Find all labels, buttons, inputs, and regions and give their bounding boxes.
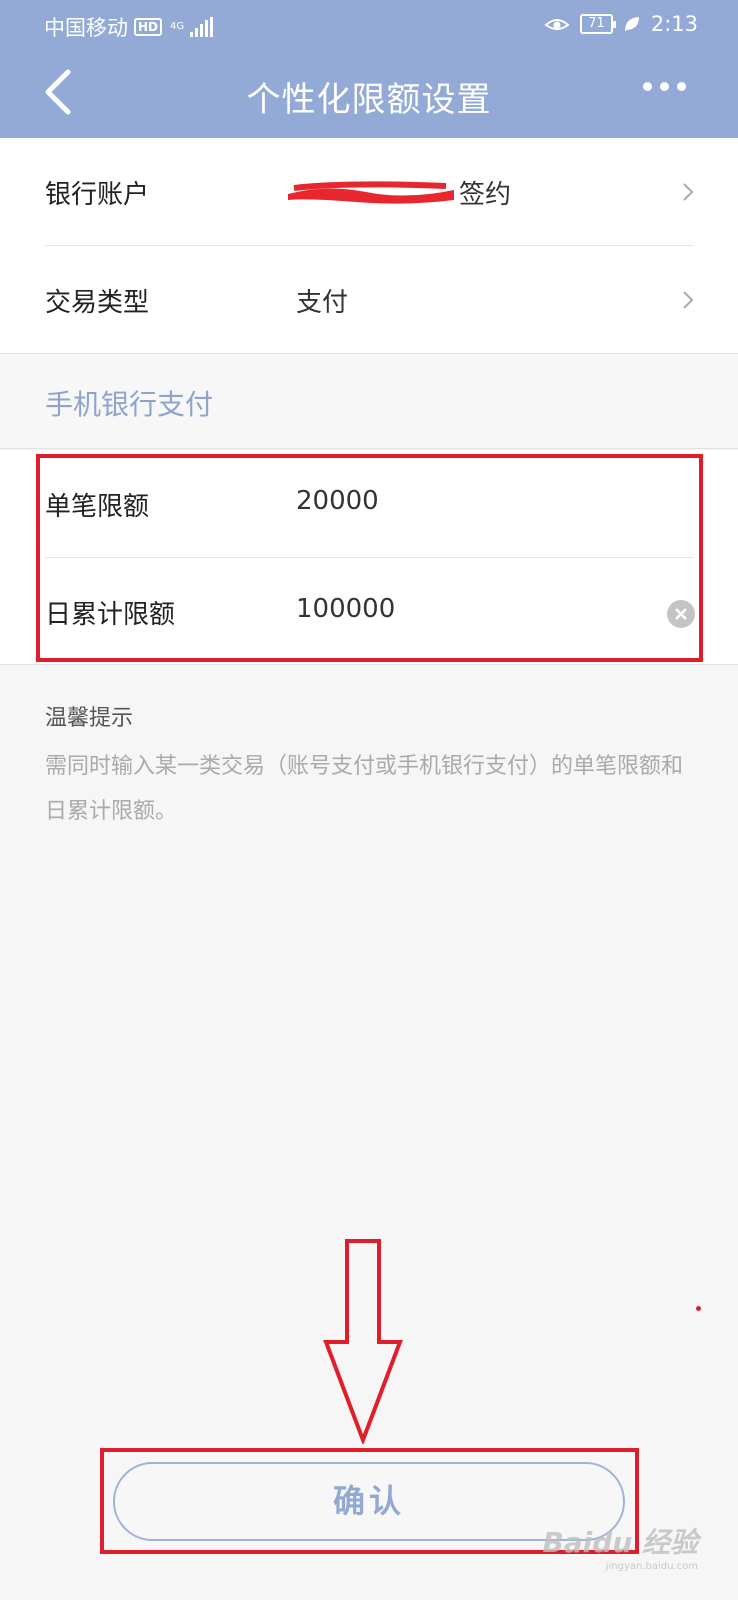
signal-icon bbox=[190, 17, 214, 37]
chevron-right-icon bbox=[683, 291, 694, 309]
account-section: 银行账户 签约 交易类型 支付 bbox=[0, 138, 738, 354]
nav-bar: 个性化限额设置 bbox=[0, 52, 738, 138]
trade-type-value: 支付 bbox=[296, 288, 349, 318]
more-dot-icon bbox=[677, 82, 686, 91]
mobile-payment-header: 手机银行支付 bbox=[0, 355, 738, 449]
watermark: Baidu 经验 jingyan.baidu.com bbox=[542, 1521, 698, 1572]
watermark-sub: jingyan.baidu.com bbox=[605, 1561, 698, 1572]
status-left: 中国移动 HD 4G bbox=[44, 12, 214, 42]
eye-comfort-icon bbox=[544, 19, 570, 30]
bank-account-label: 银行账户 bbox=[45, 180, 150, 210]
more-dot-icon bbox=[660, 82, 669, 91]
down-arrow-annotation bbox=[323, 1239, 403, 1444]
hd-badge: HD bbox=[134, 18, 163, 36]
redacted-account-number bbox=[288, 181, 454, 204]
watermark-text: Baidu 经验 bbox=[542, 1526, 698, 1559]
top-bar: 中国移动 HD 4G 71 2:13 个性化限额设置 bbox=[0, 0, 738, 138]
limit-highlight-box bbox=[36, 454, 703, 662]
red-dot-mark bbox=[696, 1306, 701, 1311]
more-button[interactable] bbox=[643, 82, 686, 91]
page-title: 个性化限额设置 bbox=[246, 80, 492, 120]
carrier-name: 中国移动 bbox=[44, 16, 128, 40]
leaf-icon bbox=[624, 17, 639, 31]
bank-account-suffix: 签约 bbox=[459, 180, 512, 210]
clock-time: 2:13 bbox=[650, 12, 698, 36]
chevron-right-icon bbox=[683, 183, 694, 201]
trade-type-row[interactable]: 交易类型 支付 bbox=[0, 246, 738, 353]
trade-type-label: 交易类型 bbox=[45, 288, 150, 318]
bank-account-row[interactable]: 银行账户 签约 bbox=[0, 138, 738, 246]
tips-section: 温馨提示 需同时输入某一类交易（账号支付或手机银行支付）的单笔限额和日累计限额。 bbox=[45, 700, 695, 834]
network-type: 4G bbox=[170, 21, 185, 32]
battery-icon: 71 bbox=[580, 14, 616, 34]
tips-body: 需同时输入某一类交易（账号支付或手机银行支付）的单笔限额和日累计限额。 bbox=[45, 754, 684, 824]
more-dot-icon bbox=[643, 82, 652, 91]
status-bar: 中国移动 HD 4G 71 2:13 bbox=[0, 0, 738, 52]
tips-title: 温馨提示 bbox=[45, 706, 134, 731]
section-title: 手机银行支付 bbox=[45, 388, 214, 421]
status-right: 71 2:13 bbox=[544, 12, 698, 36]
